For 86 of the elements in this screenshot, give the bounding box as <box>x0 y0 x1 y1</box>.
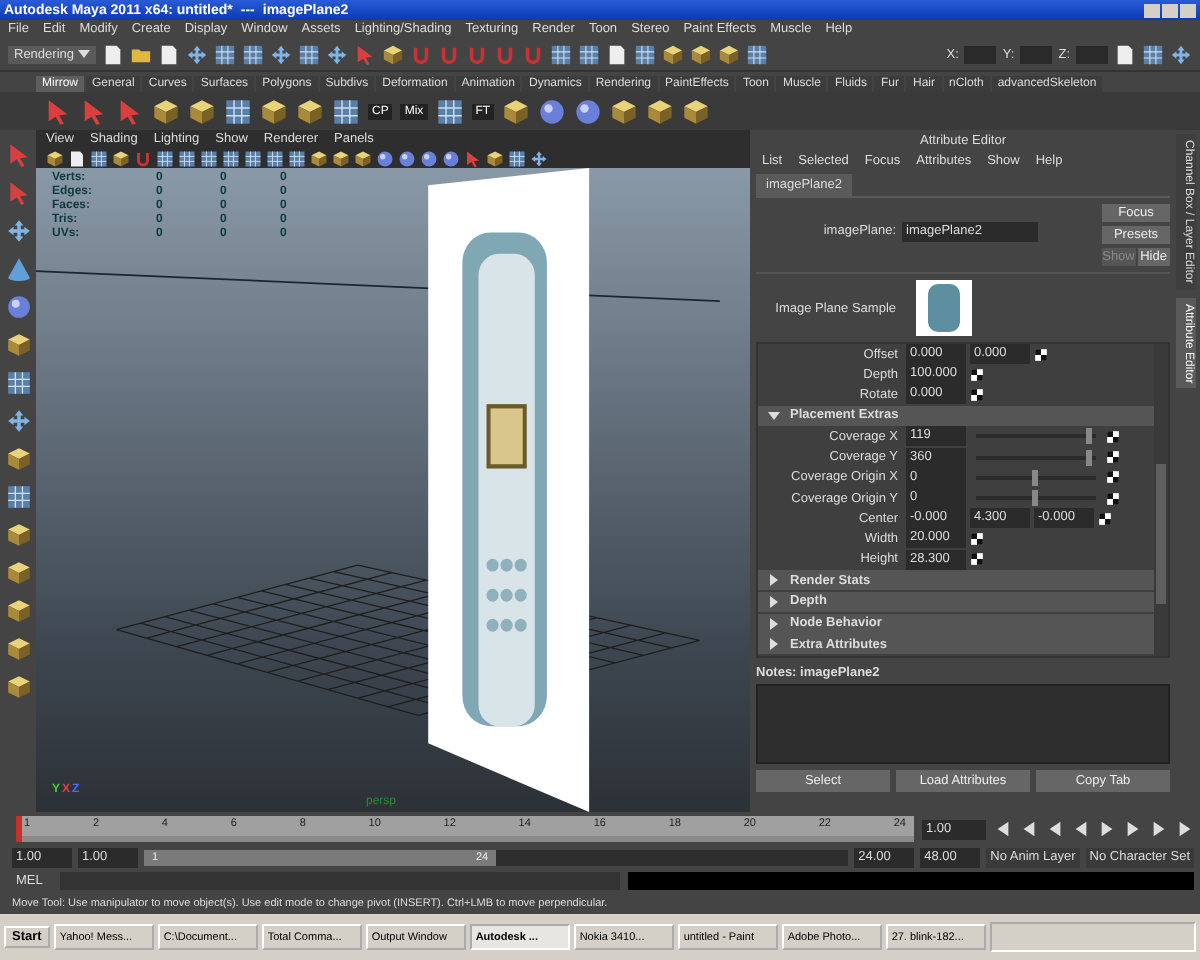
maximize-button[interactable] <box>1162 3 1178 17</box>
cube-icon[interactable] <box>382 43 404 65</box>
cube-icon[interactable] <box>502 97 531 125</box>
cube-icon[interactable] <box>354 149 372 167</box>
cube-icon[interactable] <box>5 446 31 472</box>
caret-icon[interactable] <box>78 47 90 59</box>
command-field[interactable] <box>60 871 620 889</box>
grid-icon[interactable] <box>634 43 656 65</box>
slider-thumb[interactable] <box>1032 490 1038 506</box>
page-icon[interactable] <box>1114 43 1136 65</box>
grid-icon[interactable] <box>746 43 768 65</box>
sphere-icon[interactable] <box>5 294 31 320</box>
minimize-button[interactable] <box>1144 3 1160 17</box>
cube-icon[interactable] <box>5 636 31 662</box>
cube-icon[interactable] <box>5 674 31 700</box>
move-icon[interactable] <box>530 149 548 167</box>
image-thumbnail <box>916 280 972 336</box>
cursor-icon[interactable] <box>80 97 108 125</box>
move-icon[interactable] <box>326 43 348 65</box>
grid-icon[interactable] <box>242 43 264 65</box>
cube-icon[interactable] <box>718 43 740 65</box>
current-frame-marker[interactable] <box>16 816 22 842</box>
cube-icon[interactable] <box>5 598 31 624</box>
grid-icon[interactable] <box>156 149 174 167</box>
slider-thumb[interactable] <box>1086 428 1092 445</box>
scrollbar[interactable] <box>1154 344 1168 656</box>
cursor-icon[interactable] <box>44 97 72 125</box>
cube-icon[interactable] <box>260 97 288 125</box>
grid-icon[interactable] <box>5 484 31 510</box>
coordinate-field[interactable] <box>1076 45 1108 63</box>
close-button[interactable] <box>1180 3 1196 17</box>
grid-icon[interactable] <box>508 149 526 167</box>
cube-icon[interactable] <box>152 97 180 125</box>
grid-icon[interactable] <box>288 149 306 167</box>
cube-icon[interactable] <box>690 43 712 65</box>
cube-icon[interactable] <box>46 149 64 167</box>
sphere-icon[interactable] <box>398 149 416 167</box>
cube-icon[interactable] <box>332 149 350 167</box>
sphere-icon[interactable] <box>442 149 460 167</box>
move-icon[interactable] <box>270 43 292 65</box>
grid-icon[interactable] <box>1142 43 1164 65</box>
grid-icon[interactable] <box>298 43 320 65</box>
move-icon[interactable] <box>186 43 208 65</box>
checker-icon[interactable] <box>1034 347 1048 362</box>
slider-thumb[interactable] <box>1032 469 1038 486</box>
page-icon[interactable] <box>102 43 124 65</box>
slider-thumb[interactable] <box>1086 449 1092 466</box>
cube-icon[interactable] <box>610 97 639 125</box>
grid-icon[interactable] <box>435 97 464 125</box>
cube-icon[interactable] <box>486 149 504 167</box>
sphere-icon[interactable] <box>376 149 394 167</box>
grid-icon[interactable] <box>332 97 360 125</box>
cube-icon[interactable] <box>662 43 684 65</box>
sphere-icon[interactable] <box>538 97 567 125</box>
cube-icon[interactable] <box>5 332 31 358</box>
cube-icon[interactable] <box>682 97 711 125</box>
grid-icon[interactable] <box>550 43 572 65</box>
grid-icon[interactable] <box>90 149 108 167</box>
grid-icon[interactable] <box>222 149 240 167</box>
cube-icon[interactable] <box>646 97 675 125</box>
grid-icon[interactable] <box>214 43 236 65</box>
cube-icon[interactable] <box>296 97 324 125</box>
page-icon[interactable] <box>158 43 180 65</box>
move-icon[interactable] <box>1170 43 1192 65</box>
sphere-icon[interactable] <box>574 97 603 125</box>
grid-icon[interactable] <box>578 43 600 65</box>
grid-icon[interactable] <box>5 370 31 396</box>
cube-icon[interactable] <box>5 560 31 586</box>
grid-icon[interactable] <box>178 149 196 167</box>
cube-icon[interactable] <box>112 149 130 167</box>
coordinate-field[interactable] <box>964 45 997 63</box>
grid-icon[interactable] <box>266 149 284 167</box>
move-icon[interactable] <box>5 218 31 244</box>
cube-icon[interactable] <box>5 522 31 548</box>
grid-icon[interactable] <box>224 97 252 125</box>
sphere-icon[interactable] <box>420 149 438 167</box>
page-icon[interactable] <box>606 43 628 65</box>
grid-icon[interactable] <box>244 149 262 167</box>
notes-field[interactable] <box>756 683 1170 764</box>
cube-icon[interactable] <box>188 97 216 125</box>
expand-arrow-icon[interactable] <box>762 409 786 422</box>
move-icon[interactable] <box>5 408 31 434</box>
grid-icon[interactable] <box>200 149 218 167</box>
cube-icon[interactable] <box>310 149 328 167</box>
cone-icon[interactable] <box>5 256 31 282</box>
coordinate-field[interactable] <box>1020 45 1053 63</box>
